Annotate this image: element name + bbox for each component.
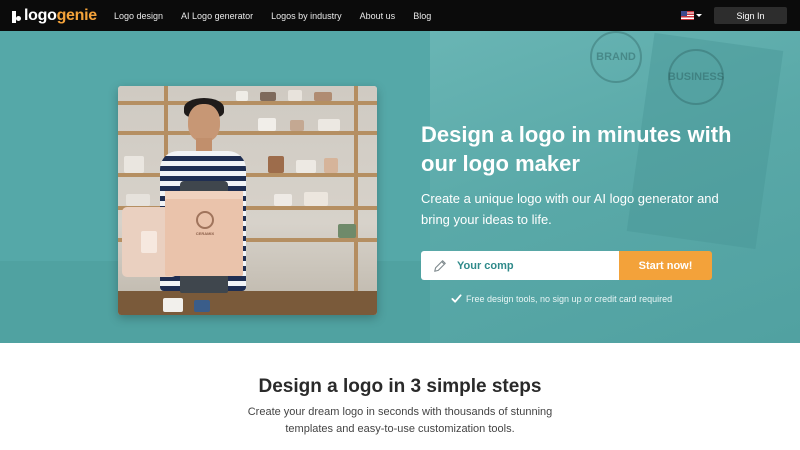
ceramic-pot xyxy=(236,91,248,101)
free-tools-note: Free design tools, no sign up or credit … xyxy=(451,293,672,304)
shelf xyxy=(118,173,377,177)
company-name-field[interactable] xyxy=(421,251,619,280)
ceramix-emblem-icon xyxy=(196,211,214,229)
stamp-text: BRAND xyxy=(596,51,636,63)
shelf-upright xyxy=(354,86,358,315)
start-now-button[interactable]: Start now! xyxy=(619,251,712,280)
free-tools-note-text: Free design tools, no sign up or credit … xyxy=(466,293,673,304)
ceramic-pot xyxy=(314,92,332,101)
nav-link-blog[interactable]: Blog xyxy=(413,11,431,21)
ceramic-pot xyxy=(126,194,150,206)
steps-section-subtitle: Create your dream logo in seconds with t… xyxy=(247,406,553,435)
nav-link-about-us[interactable]: About us xyxy=(360,11,396,21)
ceramic-cup xyxy=(194,300,210,312)
logo-mark-icon xyxy=(12,10,21,23)
company-name-form: Start now! xyxy=(421,251,712,280)
top-navbar: logo genie Logo design AI Logo generator … xyxy=(0,0,800,31)
logo-text-part2: genie xyxy=(56,6,98,24)
nav-links: Logo design AI Logo generator Logos by i… xyxy=(114,0,449,31)
hero-photo xyxy=(118,86,377,315)
ceramic-pot xyxy=(260,92,276,101)
person-neck xyxy=(196,138,212,152)
ceramic-pot xyxy=(304,192,328,206)
steps-section-title: Design a logo in 3 simple steps xyxy=(258,376,542,397)
ceramic-pot xyxy=(258,118,276,131)
shelf xyxy=(118,101,377,105)
nav-link-logo-design[interactable]: Logo design xyxy=(114,11,163,21)
hero-subtitle: Create a unique logo with our AI logo ge… xyxy=(421,191,719,227)
company-name-input[interactable] xyxy=(457,251,615,280)
ceramic-pot xyxy=(268,156,284,173)
plant-pot xyxy=(338,224,356,238)
ceramic-pot xyxy=(290,120,304,131)
chevron-down-icon[interactable] xyxy=(696,14,702,17)
nav-link-logos-by-industry[interactable]: Logos by industry xyxy=(271,11,342,21)
nav-link-ai-logo-generator[interactable]: AI Logo generator xyxy=(181,11,253,21)
pencil-icon xyxy=(434,260,446,272)
product-box-text: CERAMIX xyxy=(195,231,215,236)
stamp-decoration: BUSINESS xyxy=(668,49,724,105)
workshop-table xyxy=(118,291,377,315)
check-icon xyxy=(451,294,462,303)
ceramic-pot xyxy=(324,158,338,173)
shelf xyxy=(118,131,377,135)
us-flag-icon[interactable] xyxy=(681,11,694,20)
stamp-text: BUSINESS xyxy=(667,71,725,83)
ceramic-cup xyxy=(163,298,183,312)
ceramic-pot xyxy=(318,119,340,131)
ceramic-pot xyxy=(296,160,316,173)
sign-in-button[interactable]: Sign In xyxy=(714,7,787,24)
person-head xyxy=(188,104,220,142)
ceramic-pot xyxy=(274,194,292,206)
candle-label xyxy=(141,231,157,253)
hero-section: BRAND BUSINESS CERAMIX Design a logo in … xyxy=(0,31,800,343)
logo-text-part1: logo xyxy=(24,6,57,24)
logogenie-logo[interactable]: logo genie xyxy=(12,6,97,25)
ceramic-pot xyxy=(288,90,302,101)
ceramic-pot xyxy=(124,156,144,173)
stamp-decoration: BRAND xyxy=(590,31,642,83)
hero-title: Design a logo in minutes with our logo m… xyxy=(421,122,732,176)
